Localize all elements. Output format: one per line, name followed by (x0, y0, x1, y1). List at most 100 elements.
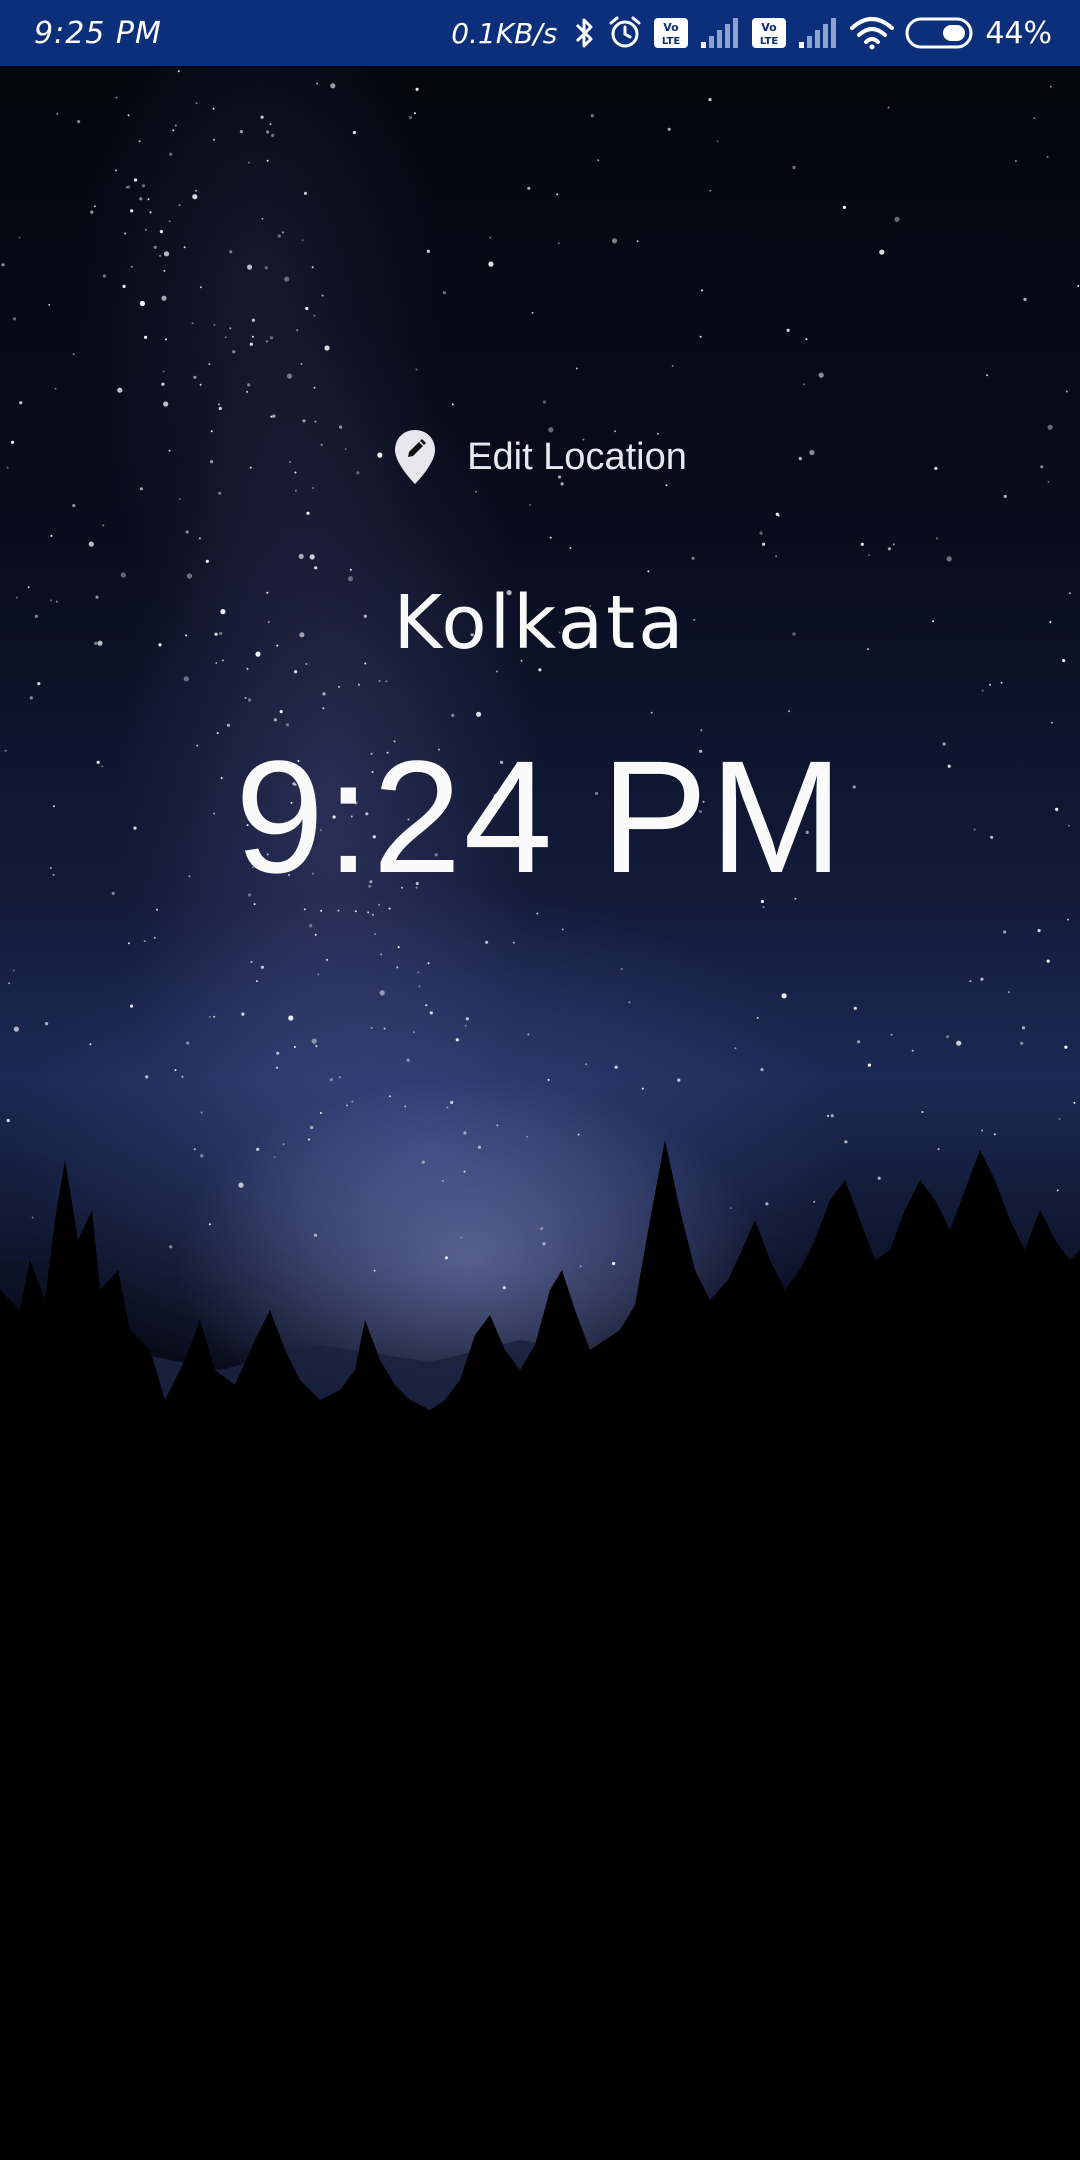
star (699, 335, 702, 338)
star (313, 386, 316, 389)
star (122, 284, 126, 288)
star (1065, 390, 1068, 393)
star (153, 245, 157, 249)
star (29, 696, 33, 700)
star (426, 249, 430, 253)
star (536, 912, 539, 915)
star (1023, 297, 1027, 301)
star (379, 990, 385, 996)
star (270, 415, 273, 418)
star (48, 303, 51, 306)
star (476, 711, 482, 717)
star (890, 1033, 893, 1036)
star (1003, 494, 1007, 498)
cellular-signal-icon (699, 18, 741, 48)
star (575, 367, 578, 370)
star (115, 96, 118, 99)
star (296, 329, 299, 332)
star (303, 191, 308, 195)
star (162, 370, 165, 373)
star (205, 559, 209, 564)
wifi-icon (849, 16, 895, 50)
star (1050, 721, 1053, 724)
star (585, 1063, 588, 1066)
star (338, 1076, 341, 1079)
star (1, 263, 5, 267)
star (124, 232, 127, 235)
star (250, 960, 253, 963)
star (429, 1011, 433, 1015)
star (981, 689, 984, 692)
star (72, 353, 75, 356)
star (425, 1004, 428, 1007)
star (213, 324, 216, 326)
star (114, 169, 117, 172)
star (842, 205, 847, 209)
star (12, 969, 15, 972)
star (322, 692, 326, 696)
star (127, 942, 130, 945)
star (271, 133, 275, 137)
star (77, 120, 81, 124)
star (868, 554, 871, 557)
star (159, 230, 163, 234)
star (130, 209, 134, 213)
star (1000, 681, 1003, 684)
star (385, 680, 388, 683)
star (102, 274, 106, 278)
star (1014, 160, 1017, 163)
location-pin-edit-icon (393, 428, 437, 486)
star (1021, 1026, 1026, 1030)
star (892, 543, 895, 546)
star (556, 193, 559, 196)
star (650, 711, 653, 714)
star (330, 83, 336, 89)
star (165, 338, 167, 341)
star (212, 107, 215, 110)
star (178, 497, 181, 500)
network-speed: 0.1KB/s (451, 16, 558, 50)
star (354, 910, 357, 913)
star (232, 350, 236, 354)
star (239, 130, 243, 134)
star (208, 1015, 211, 1018)
star (628, 1001, 631, 1004)
star (418, 985, 421, 988)
star (867, 1063, 872, 1067)
star (247, 161, 250, 164)
edit-location-button[interactable]: Edit Location (0, 428, 1080, 486)
star (218, 403, 220, 406)
star (1067, 918, 1069, 921)
star (163, 269, 166, 272)
star (527, 186, 531, 190)
star (294, 489, 297, 492)
star (163, 251, 170, 257)
star (956, 1040, 962, 1046)
star (305, 306, 309, 311)
status-indicators: 0.1KB/s Vo LTE Vo LTE 44% (451, 15, 1052, 51)
star (144, 228, 147, 231)
star (139, 197, 143, 201)
star (293, 1046, 296, 1048)
star (1020, 1041, 1024, 1045)
star (911, 1049, 914, 1052)
volte-icon: Vo LTE (653, 17, 689, 49)
star (284, 276, 290, 282)
star (781, 993, 787, 999)
star (309, 924, 313, 928)
star (302, 419, 306, 423)
star (760, 1068, 764, 1072)
star (980, 977, 984, 981)
star (266, 159, 269, 162)
star (380, 953, 383, 956)
city-name: Kolkata (393, 580, 687, 666)
star (388, 1095, 391, 1098)
star (313, 314, 316, 317)
star (312, 487, 315, 489)
star (708, 98, 712, 102)
star (93, 205, 96, 208)
star (475, 490, 478, 493)
star (374, 933, 377, 936)
svg-text:Vo: Vo (762, 21, 778, 34)
star (195, 189, 198, 192)
